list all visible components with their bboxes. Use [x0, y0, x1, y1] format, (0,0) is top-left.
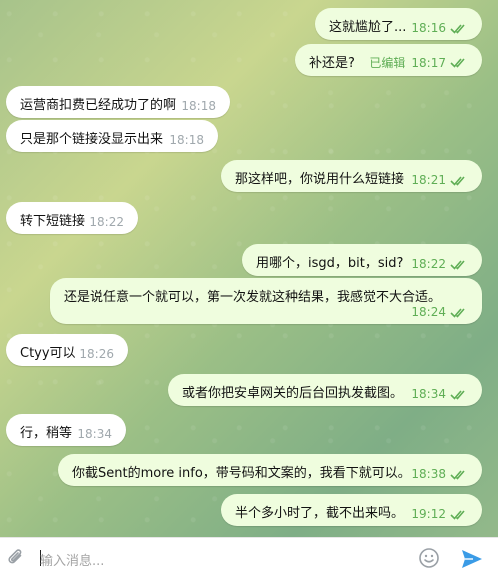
message-time: 18:21 — [411, 173, 446, 187]
message-text: 用哪个，isgd，bit，sid? — [256, 256, 404, 271]
message-input-bar: 输入消息... — [0, 537, 498, 577]
message-out-2[interactable]: 补还是? 已编辑 18:17 — [295, 44, 482, 76]
message-time: 18:24 — [411, 305, 446, 319]
message-out-6[interactable]: 或者你把安卓网关的后台回执发截图。 18:34 — [168, 374, 482, 406]
message-meta: 18:38 — [411, 467, 468, 481]
double-check-icon — [450, 389, 468, 400]
message-text: 转下短链接 — [20, 214, 86, 229]
message-out-3[interactable]: 那这样吧，你说用什么短链接 18:21 — [221, 160, 482, 192]
message-input[interactable]: 输入消息... — [40, 550, 104, 569]
message-time: 18:26 — [79, 347, 114, 361]
message-text: 还是说任意一个就可以，第一次发就这种结果，我感觉不大合适。 — [64, 290, 442, 305]
message-time: 18:34 — [411, 387, 446, 401]
message-out-8[interactable]: 半个多小时了，截不出来吗。 19:12 — [221, 494, 482, 526]
message-time: 18:18 — [169, 133, 204, 147]
message-text: 这就尴尬了... — [329, 20, 407, 35]
message-meta: 18:24 — [411, 305, 468, 319]
message-time: 18:22 — [89, 215, 124, 229]
message-text: Ctyy可以 — [20, 346, 76, 361]
double-check-icon — [450, 509, 468, 520]
chat-history[interactable]: 这就尴尬了... 18:16 补还是? 已编辑 18:17 运营商扣费已经成功了的… — [0, 0, 498, 537]
emoji-icon[interactable] — [418, 547, 440, 569]
message-text: 那这样吧，你说用什么短链接 — [235, 172, 405, 187]
message-time: 18:38 — [411, 467, 446, 481]
double-check-icon — [450, 307, 468, 318]
message-meta: 18:16 — [411, 21, 468, 35]
message-time: 18:18 — [181, 99, 216, 113]
double-check-icon — [450, 23, 468, 34]
message-text: 只是那个链接没显示出来 — [20, 132, 164, 147]
double-check-icon — [450, 469, 468, 480]
message-time: 18:17 — [411, 55, 446, 70]
message-text: 或者你把安卓网关的后台回执发截图。 — [182, 386, 404, 401]
message-text: 你截Sent的more info，带号码和文案的，我看下就可以。 — [72, 466, 411, 481]
message-out-5[interactable]: 还是说任意一个就可以，第一次发就这种结果，我感觉不大合适。 18:24 — [50, 278, 482, 324]
message-meta: 已编辑 18:17 — [369, 54, 468, 71]
paperclip-icon[interactable] — [6, 548, 26, 568]
message-in-4[interactable]: Ctyy可以 18:26 — [6, 334, 128, 366]
message-meta: 19:12 — [411, 507, 468, 521]
message-in-3[interactable]: 转下短链接 18:22 — [6, 202, 138, 234]
message-time: 18:16 — [411, 21, 446, 35]
message-meta: 18:34 — [411, 387, 468, 401]
message-meta: 18:21 — [411, 173, 468, 187]
message-out-7[interactable]: 你截Sent的more info，带号码和文案的，我看下就可以。 18:38 — [58, 454, 482, 486]
message-in-2[interactable]: 只是那个链接没显示出来 18:18 — [6, 120, 218, 152]
message-time: 19:12 — [411, 507, 446, 521]
message-text: 运营商扣费已经成功了的啊 — [20, 98, 177, 113]
message-out-1[interactable]: 这就尴尬了... 18:16 — [315, 8, 482, 40]
message-meta: 18:22 — [411, 257, 468, 271]
message-out-4[interactable]: 用哪个，isgd，bit，sid? 18:22 — [242, 244, 482, 276]
message-text: 补还是? — [309, 56, 355, 71]
message-text: 行，稍等 — [20, 426, 73, 441]
message-in-5[interactable]: 行，稍等 18:34 — [6, 414, 126, 446]
send-icon[interactable] — [460, 547, 484, 571]
message-time: 18:34 — [77, 427, 112, 441]
message-time: 18:22 — [411, 257, 446, 271]
double-check-icon — [450, 57, 468, 68]
edited-label: 已编辑 — [369, 56, 406, 70]
message-in-1[interactable]: 运营商扣费已经成功了的啊 18:18 — [6, 86, 230, 118]
message-text: 半个多小时了，截不出来吗。 — [235, 506, 405, 521]
double-check-icon — [450, 259, 468, 270]
double-check-icon — [450, 175, 468, 186]
